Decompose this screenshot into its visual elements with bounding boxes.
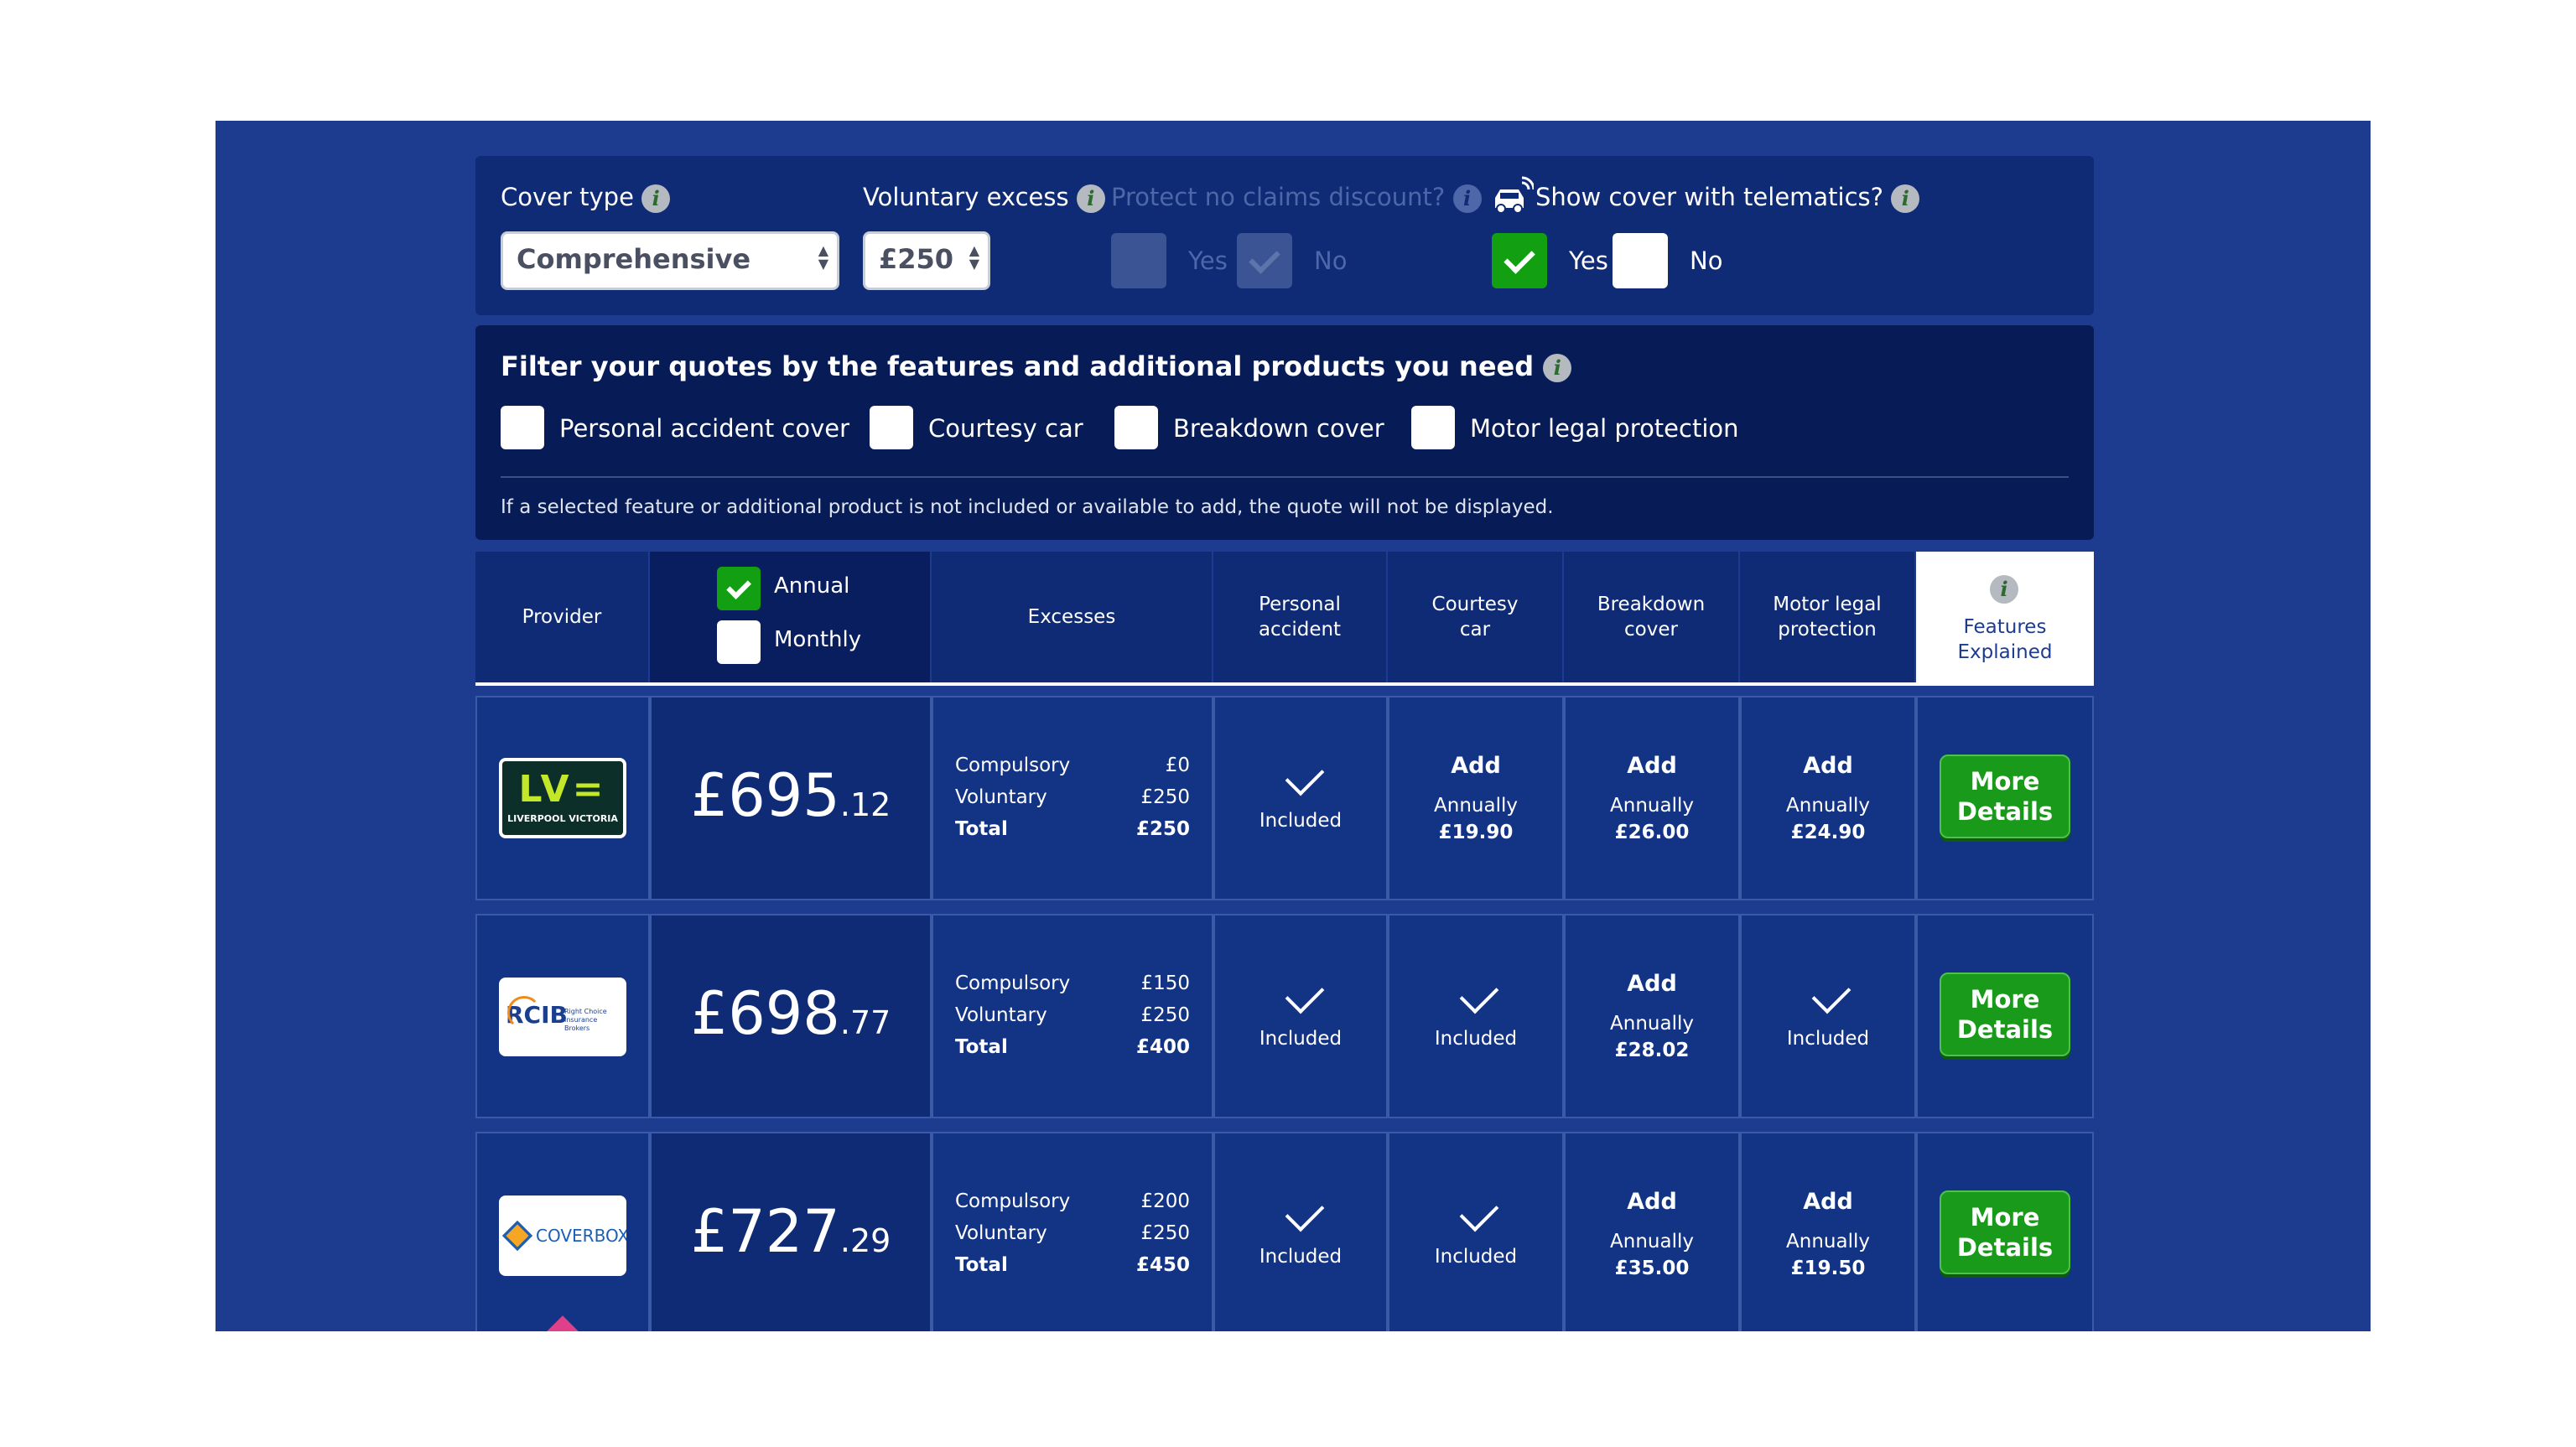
header-payment-toggle: Annual Monthly [650, 552, 930, 682]
more-details-cell: More Details [1916, 914, 2094, 1118]
monthly-checkbox[interactable] [717, 620, 761, 664]
breakdown-cover-cell[interactable]: Add Annually £35.00 [1564, 1132, 1740, 1331]
rcib-logo[interactable]: RCIB Right Choice Insurance Brokers [499, 978, 626, 1056]
motor-legal-cell[interactable]: Add Annually £24.90 [1740, 696, 1916, 900]
breakdown-cover-filter-checkbox[interactable] [1114, 406, 1158, 449]
personal-accident-cell: Included [1213, 696, 1388, 900]
filter-option-label: Courtesy car [928, 414, 1083, 443]
cover-type-select[interactable]: Comprehensive ▲ ▼ [501, 231, 839, 290]
header-personal-accident: Personal accident [1213, 552, 1386, 682]
info-icon: i [1452, 184, 1482, 213]
annual-price: £698.77 [690, 979, 891, 1048]
price-cell: £727.29 [650, 1132, 932, 1331]
annual-price: £695.12 [690, 761, 891, 830]
select-arrows-icon: ▲ ▼ [818, 242, 828, 272]
check-icon [1285, 1192, 1325, 1232]
protect-ncd-no-label: No [1314, 246, 1348, 275]
cover-options-panel: Cover type i Comprehensive ▲ ▼ Voluntary … [475, 156, 2094, 315]
info-icon[interactable]: i [1891, 184, 1920, 213]
features-explained-label: Features Explained [1957, 616, 2053, 663]
filter-option-label: Personal accident cover [559, 414, 850, 443]
provider-cell: RCIB Right Choice Insurance Brokers [475, 914, 650, 1118]
courtesy-car-cell: Included [1388, 1132, 1564, 1331]
protect-ncd-yes-checkbox [1111, 233, 1166, 288]
filter-option-label: Motor legal protection [1470, 414, 1739, 443]
feature-filter-panel: Filter your quotes by the features and a… [475, 325, 2094, 540]
voluntary-excess-select[interactable]: £250 ▲ ▼ [863, 231, 990, 290]
car-telematics-icon [1490, 174, 1535, 218]
annual-price: £727.29 [690, 1197, 891, 1266]
feature-filter-title: Filter your quotes by the features and a… [501, 350, 1572, 382]
more-details-cell: More Details [1916, 696, 2094, 900]
annual-label: Annual [774, 573, 850, 599]
personal-accident-filter-checkbox[interactable] [501, 406, 544, 449]
check-icon [1285, 974, 1325, 1014]
info-icon[interactable]: i [1543, 354, 1572, 382]
motor-legal-cell: Included [1740, 914, 1916, 1118]
personal-accident-cell: Included [1213, 914, 1388, 1118]
courtesy-car-filter-checkbox[interactable] [870, 406, 913, 449]
check-icon [1459, 1192, 1499, 1232]
provider-cell: LV= LIVERPOOL VICTORIA [475, 696, 650, 900]
breakdown-cover-cell[interactable]: Add Annually £26.00 [1564, 696, 1740, 900]
telematics-yes-checkbox[interactable] [1492, 233, 1547, 288]
info-icon[interactable]: i [641, 184, 671, 213]
telematics-yes-label: Yes [1569, 246, 1608, 275]
excesses-cell: Compulsory £200 Voluntary £250 Total £45… [932, 1132, 1213, 1331]
excesses-cell: Compulsory £0 Voluntary £250 Total £250 [932, 696, 1213, 900]
quote-results-page: Cover type i Comprehensive ▲ ▼ Voluntary … [216, 121, 2371, 1331]
pink-marker [532, 1315, 594, 1331]
filter-note: If a selected feature or additional prod… [501, 496, 1554, 518]
header-motor-legal: Motor legal protection [1740, 552, 1914, 682]
more-details-button[interactable]: More Details [1940, 755, 2070, 838]
info-icon: i [1990, 575, 2018, 604]
select-arrows-icon: ▲ ▼ [969, 242, 979, 272]
filter-option-label: Breakdown cover [1173, 414, 1384, 443]
lv-logo[interactable]: LV= LIVERPOOL VICTORIA [499, 758, 626, 838]
quote-row: RCIB Right Choice Insurance Brokers £698… [475, 914, 2094, 1118]
quote-row: COVERBOX £727.29 Compulsory £200 Volunta… [475, 1132, 2094, 1331]
cube-icon [501, 1220, 533, 1252]
more-details-button[interactable]: More Details [1940, 972, 2070, 1056]
results-table-header: Provider Annual Monthly Excesses Persona… [475, 552, 2094, 686]
header-provider: Provider [475, 552, 648, 682]
check-icon [1285, 756, 1325, 796]
check-icon [1811, 974, 1852, 1014]
quote-row: LV= LIVERPOOL VICTORIA £695.12 Compulsor… [475, 696, 2094, 900]
breakdown-cover-cell[interactable]: Add Annually £28.02 [1564, 914, 1740, 1118]
telematics-no-checkbox[interactable] [1613, 233, 1668, 288]
header-features-explained[interactable]: i Features Explained [1916, 552, 2094, 682]
telematics-label: Show cover with telematics? i [1535, 183, 1920, 213]
protect-ncd-no-checkbox [1237, 233, 1292, 288]
price-cell: £698.77 [650, 914, 932, 1118]
annual-checkbox[interactable] [717, 567, 761, 610]
cover-type-label: Cover type i [501, 183, 671, 213]
price-cell: £695.12 [650, 696, 932, 900]
motor-legal-cell[interactable]: Add Annually £19.50 [1740, 1132, 1916, 1331]
protect-ncd-label: Protect no claims discount? i [1111, 183, 1482, 213]
courtesy-car-cell: Included [1388, 914, 1564, 1118]
more-details-button[interactable]: More Details [1940, 1190, 2070, 1274]
protect-ncd-yes-label: Yes [1188, 246, 1228, 275]
divider [501, 476, 2069, 478]
motor-legal-filter-checkbox[interactable] [1411, 406, 1455, 449]
swoosh-icon [507, 996, 541, 1029]
voluntary-excess-label: Voluntary excess i [863, 183, 1105, 213]
telematics-no-label: No [1690, 246, 1723, 275]
coverbox-logo[interactable]: COVERBOX [499, 1195, 626, 1276]
header-excesses: Excesses [932, 552, 1212, 682]
header-breakdown-cover: Breakdown cover [1564, 552, 1738, 682]
check-icon [1459, 974, 1499, 1014]
courtesy-car-cell[interactable]: Add Annually £19.90 [1388, 696, 1564, 900]
more-details-cell: More Details [1916, 1132, 2094, 1331]
header-courtesy-car: Courtesy car [1388, 552, 1562, 682]
personal-accident-cell: Included [1213, 1132, 1388, 1331]
info-icon[interactable]: i [1076, 184, 1105, 213]
excesses-cell: Compulsory £150 Voluntary £250 Total £40… [932, 914, 1213, 1118]
provider-cell: COVERBOX [475, 1132, 650, 1331]
monthly-label: Monthly [774, 627, 862, 652]
